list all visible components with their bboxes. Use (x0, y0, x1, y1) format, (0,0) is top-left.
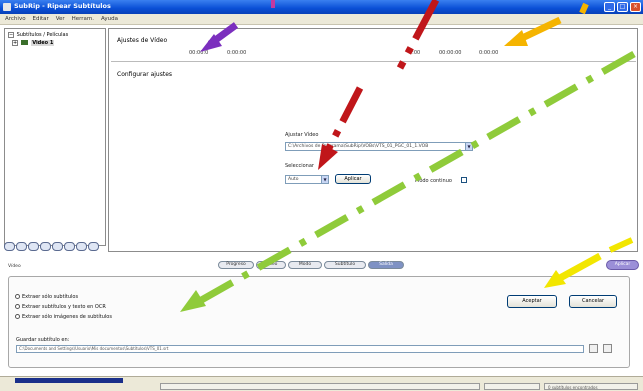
video-settings-title: Ajustes de Vídeo (117, 37, 168, 44)
adjust-video-label: Ajustar Vídeo (285, 132, 319, 138)
menu-edit[interactable]: Editar (32, 16, 48, 22)
settings-panel: Ajustes de Vídeo 00:00:0 0:00:00 0:00 00… (108, 28, 638, 252)
close-button[interactable]: × (630, 2, 641, 12)
select-label: Seleccionar (285, 163, 314, 169)
option-extract-ocr[interactable]: Extraer subtítulos y texto en OCR (15, 304, 106, 310)
status-segment (160, 383, 480, 390)
tab-subtitle[interactable]: Subtítulo (324, 261, 366, 269)
minimize-button[interactable]: _ (604, 2, 615, 12)
apply-tab[interactable]: Aplicar (606, 260, 639, 270)
radio-icon[interactable] (15, 294, 20, 299)
prev-button[interactable] (16, 242, 27, 251)
down-button[interactable] (88, 242, 99, 251)
tree-view[interactable]: − Subtítulos / Películas + Video 1 (4, 28, 106, 246)
expand-icon[interactable]: + (12, 40, 18, 46)
chevron-down-icon[interactable]: ▼ (465, 143, 472, 150)
time-value: 0:00 (409, 50, 421, 56)
tab-output[interactable]: Salida (368, 261, 404, 269)
tree-root[interactable]: − Subtítulos / Películas (8, 32, 68, 38)
tree-item-label: Video 1 (31, 40, 55, 46)
cancel-button[interactable]: Cancelar (569, 295, 617, 308)
apply-settings-button[interactable]: Aplicar (335, 174, 371, 184)
continuous-mode-checkbox[interactable] (461, 177, 467, 183)
menu-tools[interactable]: Herram. (72, 16, 94, 22)
option-label: Extraer sólo subtítulos (22, 294, 79, 300)
chevron-down-icon[interactable]: ▼ (321, 176, 328, 183)
mode-select-value: Auto (288, 177, 299, 182)
add-button[interactable] (52, 242, 63, 251)
tree-root-label: Subtítulos / Películas (16, 32, 69, 38)
option-extract-only[interactable]: Extraer sólo subtítulos (15, 294, 78, 300)
status-bar: 0 subtítulos encontrados (0, 376, 643, 391)
option-extract-images[interactable]: Extraer sólo imágenes de subtítulos (15, 314, 112, 320)
progress-bar (15, 378, 123, 383)
menu-bar: Archivo Editar Ver Herram. Ayuda (0, 14, 643, 25)
next-button[interactable] (28, 242, 39, 251)
time-value: 0:00:00 (479, 50, 499, 56)
video-file-value: C:\Archivos de Programa\SubRip\VOBs\VTS_… (288, 144, 429, 149)
video-label: Vídeo (8, 264, 21, 269)
configure-title: Configurar ajustes (117, 71, 173, 78)
app-icon (3, 3, 11, 11)
menu-view[interactable]: Ver (56, 16, 65, 22)
status-segment (484, 383, 540, 390)
browse-folder-icon[interactable] (589, 344, 598, 353)
radio-icon[interactable] (15, 304, 20, 309)
option-label: Extraer sólo imágenes de subtítulos (22, 314, 112, 320)
maximize-button[interactable]: □ (617, 2, 628, 12)
option-label: Extraer subtítulos y texto en OCR (22, 304, 106, 310)
first-button[interactable] (4, 242, 15, 251)
window-title: SubRip - Ripear Subtítulos (14, 2, 111, 10)
tree-item-selected[interactable]: + Video 1 (12, 40, 55, 46)
destination-label: Guardar subtítulo en: (16, 337, 70, 343)
mode-select[interactable]: Auto ▼ (285, 175, 329, 184)
menu-file[interactable]: Archivo (5, 16, 26, 22)
time-value: 0:00:00 (227, 50, 247, 56)
tab-video[interactable]: Vídeo (256, 261, 286, 269)
open-folder-icon[interactable] (603, 344, 612, 353)
title-bar: SubRip - Ripear Subtítulos _ □ × (0, 0, 643, 14)
video-file-combo[interactable]: C:\Archivos de Programa\SubRip\VOBs\VTS_… (285, 142, 473, 151)
tab-mode[interactable]: Modo (288, 261, 322, 269)
radio-icon[interactable] (15, 314, 20, 319)
time-value: 00:00:00 (439, 50, 462, 56)
folder-icon (20, 40, 28, 45)
status-text: 0 subtítulos encontrados (548, 385, 598, 390)
last-button[interactable] (40, 242, 51, 251)
divider (111, 61, 636, 62)
output-options-panel: Extraer sólo subtítulos Extraer subtítul… (8, 276, 630, 368)
collapse-icon[interactable]: − (8, 32, 14, 38)
time-value: 00:00:0 (189, 50, 209, 56)
remove-button[interactable] (64, 242, 75, 251)
continuous-mode-label: Modo continuo (415, 178, 452, 184)
menu-help[interactable]: Ayuda (101, 16, 118, 22)
up-button[interactable] (76, 242, 87, 251)
destination-path-field[interactable]: C:\Documents and Settings\Usuario\Mis do… (16, 345, 584, 353)
accept-button[interactable]: Aceptar (507, 295, 557, 308)
tab-progress[interactable]: Progreso (218, 261, 254, 269)
